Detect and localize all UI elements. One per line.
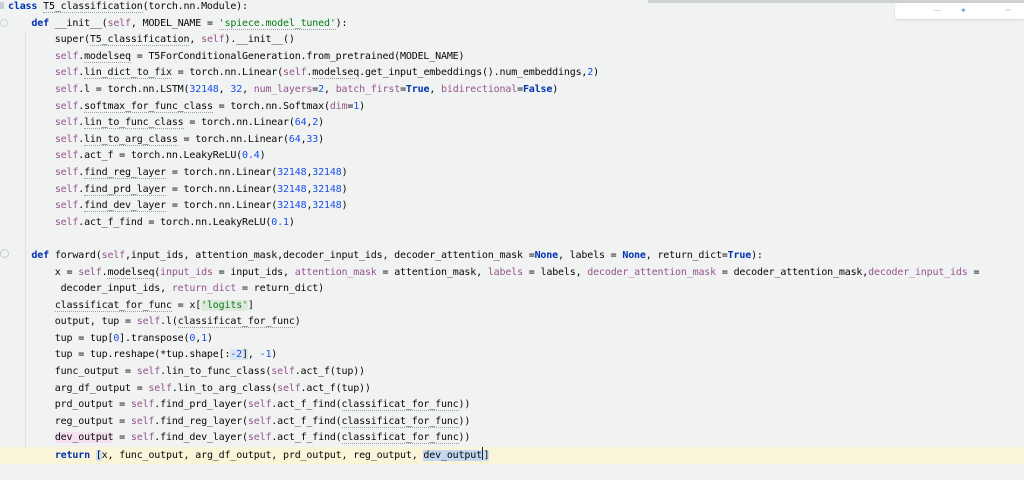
code-line[interactable]: output, tup = self.l(classificat_for_fun… xyxy=(0,314,1024,331)
code-line[interactable]: decoder_input_ids, return_dict = return_… xyxy=(0,281,1024,298)
code-line[interactable]: self.lin_to_func_class = torch.nn.Linear… xyxy=(0,115,1024,132)
code-line[interactable]: self.act_f = torch.nn.LeakyReLU(0.4) xyxy=(0,148,1024,165)
edit-icon[interactable]: ✦ xyxy=(960,3,967,19)
code-line[interactable]: def __init__(self, MODEL_NAME = 'spiece.… xyxy=(0,16,1024,33)
more-icon[interactable]: ⋯ xyxy=(933,3,941,19)
code-line[interactable]: tup = tup.reshape(*tup.shape[:-2], -1) xyxy=(0,347,1024,364)
code-line[interactable]: classificat_for_func = x['logits'] xyxy=(0,298,1024,315)
code-line[interactable]: self.l = torch.nn.LSTM(32148, 32, num_la… xyxy=(0,82,1024,99)
code-line[interactable]: prd_output = self.find_prd_layer(self.ac… xyxy=(0,397,1024,414)
code-line[interactable]: self.modelseq = T5ForConditionalGenerati… xyxy=(0,49,1024,66)
code-line[interactable]: dev_output = self.find_dev_layer(self.ac… xyxy=(0,430,1024,447)
code-line[interactable]: self.lin_dict_to_fix = torch.nn.Linear(s… xyxy=(0,65,1024,82)
code-line[interactable]: self.find_dev_layer = torch.nn.Linear(32… xyxy=(0,198,1024,215)
floating-toolbar[interactable]: ⋯ ✦ ⌐ xyxy=(895,3,1024,19)
code-editor[interactable]: class T5_classification(torch.nn.Module)… xyxy=(0,0,1024,480)
code-line[interactable]: self.find_prd_layer = torch.nn.Linear(32… xyxy=(0,182,1024,199)
code-line[interactable]: self.softmax_for_func_class = torch.nn.S… xyxy=(0,99,1024,116)
code-line[interactable]: func_output = self.lin_to_func_class(sel… xyxy=(0,364,1024,381)
code-line[interactable] xyxy=(0,231,1024,248)
code-line[interactable]: self.lin_to_arg_class = torch.nn.Linear(… xyxy=(0,132,1024,149)
code-line[interactable]: super(T5_classification, self).__init__(… xyxy=(0,32,1024,49)
code-line[interactable]: def forward(self,input_ids, attention_ma… xyxy=(0,248,1024,265)
code-line[interactable]: reg_output = self.find_reg_layer(self.ac… xyxy=(0,414,1024,431)
expand-icon[interactable]: ⌐ xyxy=(1005,3,1012,19)
code-lines[interactable]: class T5_classification(torch.nn.Module)… xyxy=(0,0,1024,464)
code-line[interactable]: arg_df_output = self.lin_to_arg_class(se… xyxy=(0,381,1024,398)
code-line[interactable]: return [x, func_output, arg_df_output, p… xyxy=(0,447,1024,464)
code-line[interactable]: self.act_f_find = torch.nn.LeakyReLU(0.1… xyxy=(0,215,1024,232)
code-line[interactable]: x = self.modelseq(input_ids = input_ids,… xyxy=(0,265,1024,282)
code-line[interactable]: self.find_reg_layer = torch.nn.Linear(32… xyxy=(0,165,1024,182)
code-line[interactable]: tup = tup[0].transpose(0,1) xyxy=(0,331,1024,348)
